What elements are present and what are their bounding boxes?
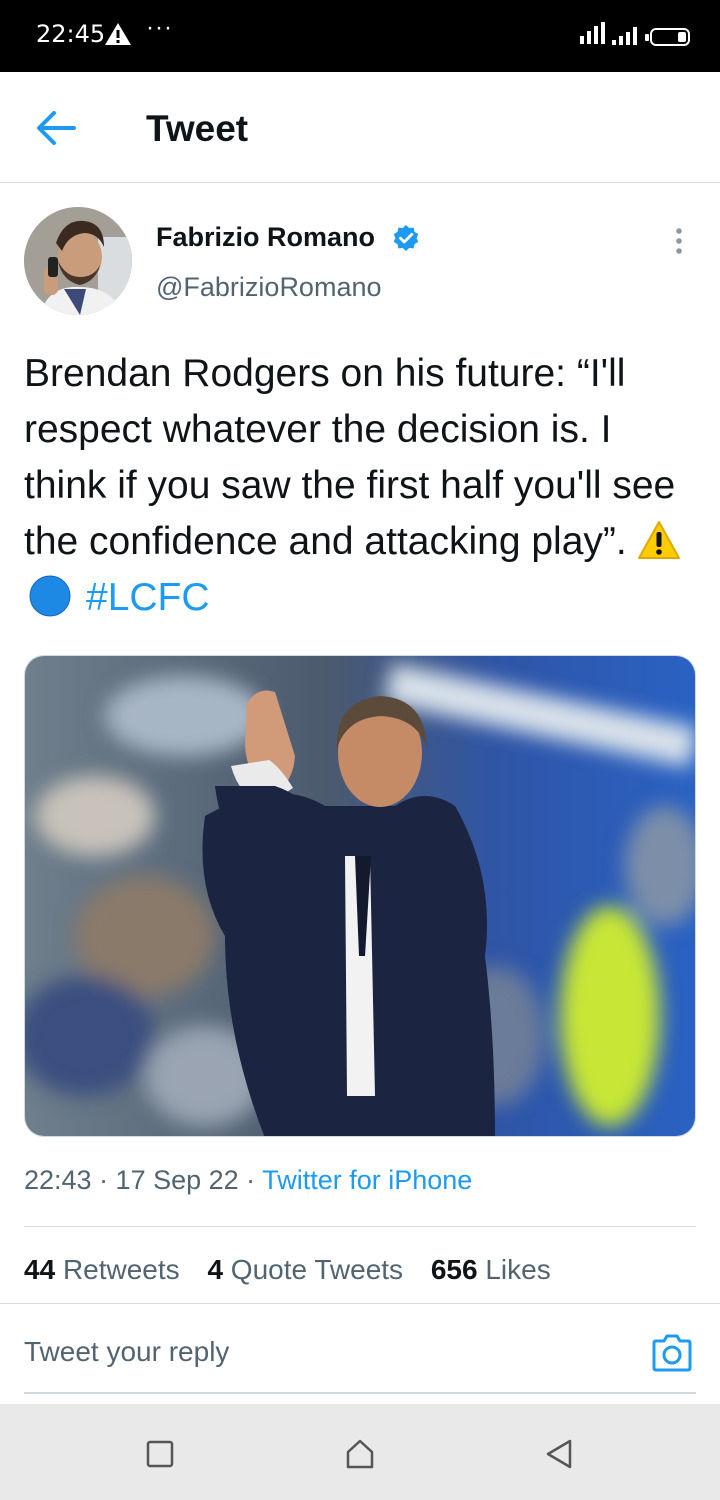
retweets-stat[interactable]: 44 Retweets [24, 1254, 180, 1285]
quotes-count: 4 [207, 1254, 224, 1285]
likes-count: 656 [430, 1254, 478, 1285]
warning-emoji-icon [637, 521, 680, 559]
warning-icon [105, 23, 131, 45]
tweet-body: Brendan Rodgers on his future: “I'll res… [24, 352, 676, 563]
tweet-timestamp: 22:43 · 17 Sep 22 · [24, 1165, 256, 1195]
retweets-label: Retweets [62, 1254, 180, 1285]
likes-label: Likes [485, 1254, 551, 1285]
verified-badge-icon [393, 225, 419, 251]
back-arrow-icon[interactable] [34, 108, 78, 148]
system-nav-bar [0, 1404, 720, 1500]
top-app-bar: Tweet [0, 72, 720, 183]
tweet-text: Brendan Rodgers on his future: “I'll res… [24, 346, 704, 626]
divider [24, 1226, 696, 1227]
quotes-label: Quote Tweets [230, 1254, 404, 1285]
status-time: 22:45 [36, 20, 106, 48]
page-title: Tweet [146, 108, 249, 149]
tweet-photo[interactable] [24, 655, 696, 1137]
status-more-dots: ··· [146, 14, 173, 41]
author-name[interactable]: Fabrizio Romano [156, 222, 375, 253]
tweet-source-link[interactable]: Twitter for iPhone [262, 1165, 472, 1195]
home-icon[interactable] [344, 1438, 376, 1470]
hashtag-link[interactable]: #LCFC [86, 576, 210, 619]
avatar[interactable] [24, 207, 132, 315]
tweet-stats: 44 Retweets 4 Quote Tweets 656 Likes [24, 1254, 571, 1286]
nav-back-icon[interactable] [544, 1438, 574, 1470]
tweet-meta: 22:43 · 17 Sep 22 · Twitter for iPhone [24, 1165, 472, 1196]
reply-underline [24, 1392, 696, 1394]
divider [0, 1303, 720, 1304]
blue-circle-emoji-icon [29, 575, 71, 617]
battery-icon [645, 28, 690, 46]
more-vertical-icon[interactable] [666, 226, 692, 256]
signal-icon [580, 22, 605, 44]
camera-icon[interactable] [650, 1333, 694, 1373]
reply-input[interactable]: Tweet your reply [24, 1336, 229, 1368]
recent-apps-icon[interactable] [146, 1440, 174, 1468]
status-bar: 22:45 ··· [0, 0, 720, 72]
likes-stat[interactable]: 656 Likes [431, 1254, 551, 1285]
quote-tweets-stat[interactable]: 4 Quote Tweets [207, 1254, 403, 1285]
signal-secondary-icon [612, 27, 637, 45]
author-handle[interactable]: @FabrizioRomano [156, 272, 382, 303]
retweets-count: 44 [24, 1254, 56, 1285]
